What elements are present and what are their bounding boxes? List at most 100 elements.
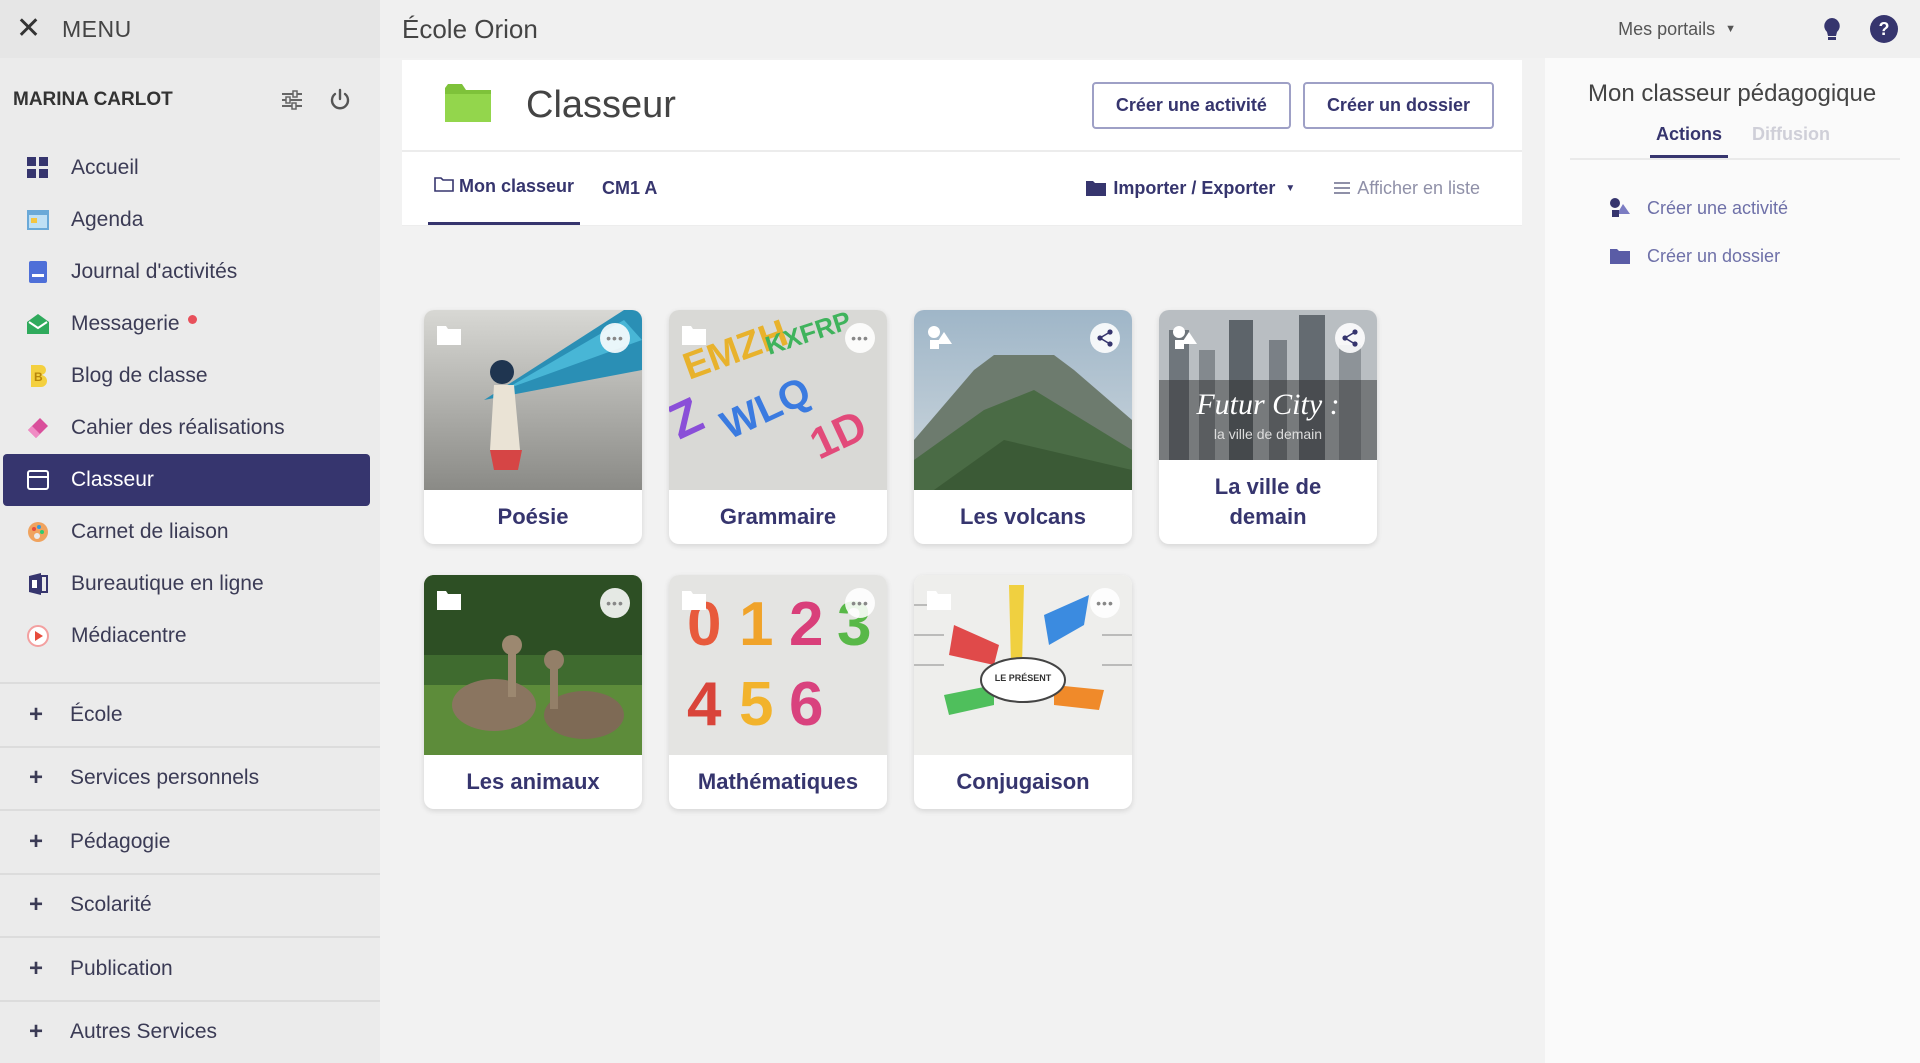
import-export-label: Importer / Exporter xyxy=(1113,177,1276,198)
card-thumbnail: EMZH Z WLQ 1D KXFRP ••• xyxy=(669,310,887,490)
card-label: Conjugaison xyxy=(956,769,1090,794)
plus-icon: + xyxy=(28,700,43,728)
tab-cm1a[interactable]: CM1 A xyxy=(596,151,663,225)
tab-mon-classeur[interactable]: Mon classeur xyxy=(428,151,581,225)
nav-item-journal[interactable]: Journal d'activités xyxy=(3,246,370,298)
more-options-icon[interactable]: ••• xyxy=(1090,588,1120,618)
svg-text:5: 5 xyxy=(739,670,773,739)
topbar: École Orion Mes portails ▼ ? xyxy=(380,0,1920,58)
folder-card-mathematiques[interactable]: 0123456 ••• Mathématiques xyxy=(669,575,887,809)
office-icon xyxy=(25,571,51,597)
media-icon xyxy=(25,623,51,649)
activity-shapes-icon xyxy=(1609,197,1633,219)
nav-item-classeur[interactable]: Classeur xyxy=(3,454,370,506)
activity-card-la-ville-de-demain[interactable]: Futur City : la ville de demain La ville… xyxy=(1159,310,1377,544)
card-label: Mathématiques xyxy=(697,769,859,794)
close-icon[interactable]: ✕ xyxy=(16,14,46,44)
folder-outline-icon xyxy=(434,176,454,197)
nav-item-mediacentre[interactable]: Médiacentre xyxy=(3,610,370,662)
plus-icon: + xyxy=(28,1018,43,1046)
nav-label: Messagerie xyxy=(71,312,180,335)
nav-item-carnet[interactable]: Carnet de liaison xyxy=(3,506,370,558)
journal-icon xyxy=(25,259,51,285)
action-create-folder[interactable]: Créer un dossier xyxy=(1609,232,1920,280)
create-folder-button[interactable]: Créer un dossier xyxy=(1302,81,1494,129)
folder-white-icon xyxy=(681,589,707,616)
folder-card-poesie[interactable]: ••• Poésie xyxy=(424,310,642,544)
action-create-activity[interactable]: Créer une activité xyxy=(1609,184,1920,232)
palette-icon xyxy=(25,519,51,545)
nav-item-agenda[interactable]: Agenda xyxy=(3,194,370,246)
menu-label[interactable]: MENU xyxy=(62,16,132,43)
page-header: Classeur Créer une activité Créer un dos… xyxy=(402,60,1522,152)
right-panel-title: Mon classeur pédagogique xyxy=(1588,80,1877,107)
card-thumbnail: ••• xyxy=(424,310,642,490)
tab-diffusion[interactable]: Diffusion xyxy=(1746,124,1836,158)
section-ecole[interactable]: + École xyxy=(0,684,380,748)
right-panel-tabs: Actions Diffusion xyxy=(1650,124,1920,158)
right-panel: Mon classeur pédagogique Actions Diffusi… xyxy=(1545,58,1920,1063)
svg-text:6: 6 xyxy=(789,670,823,739)
share-icon[interactable] xyxy=(1090,323,1120,353)
nav-label: Blog de classe xyxy=(71,364,208,387)
section-scolarite[interactable]: + Scolarité xyxy=(0,875,380,938)
nav-item-cahier[interactable]: Cahier des réalisations xyxy=(3,402,370,454)
calendar-icon xyxy=(25,207,51,233)
tabs-bar: Mon classeur CM1 A Importer / Exporter ▼… xyxy=(402,152,1522,226)
plus-icon: + xyxy=(28,764,43,792)
list-view-toggle[interactable]: Afficher en liste xyxy=(1333,151,1480,225)
plus-icon: + xyxy=(28,954,43,982)
power-icon[interactable] xyxy=(322,82,358,118)
folder-card-conjugaison[interactable]: LE PRÉSENT ••• Conjugaison xyxy=(914,575,1132,809)
more-options-icon[interactable]: ••• xyxy=(845,323,875,353)
binder-icon xyxy=(25,467,51,493)
main-content: Classeur Créer une activité Créer un dos… xyxy=(402,60,1522,809)
import-export-dropdown[interactable]: Importer / Exporter ▼ xyxy=(1085,151,1295,225)
nav-label: Accueil xyxy=(71,156,139,179)
folder-card-les-animaux[interactable]: ••• Les animaux xyxy=(424,575,642,809)
list-icon xyxy=(1333,181,1351,195)
activity-shapes-icon xyxy=(1171,324,1199,357)
caret-down-icon: ▼ xyxy=(1725,23,1736,35)
section-label: Publication xyxy=(70,956,173,980)
action-label: Créer un dossier xyxy=(1647,245,1781,266)
section-list: + École + Services personnels + Pédagogie +… xyxy=(0,682,380,1063)
more-options-icon[interactable]: ••• xyxy=(600,588,630,618)
nav-label: Journal d'activités xyxy=(71,260,238,283)
folder-white-icon xyxy=(436,589,462,616)
thumb-text: LE PRÉSENT xyxy=(994,673,1052,683)
share-icon[interactable] xyxy=(1335,323,1365,353)
nav-item-blog[interactable]: B Blog de classe xyxy=(3,350,370,402)
plus-icon: + xyxy=(28,827,43,855)
nav-item-bureautique[interactable]: Bureautique en ligne xyxy=(3,558,370,610)
folder-card-grammaire[interactable]: EMZH Z WLQ 1D KXFRP ••• Grammaire xyxy=(669,310,887,544)
activity-card-les-volcans[interactable]: Les volcans xyxy=(914,310,1132,544)
thumb-title: Futur City : xyxy=(1196,388,1340,421)
school-name: École Orion xyxy=(402,13,538,44)
tab-actions[interactable]: Actions xyxy=(1650,124,1729,158)
nav-item-accueil[interactable]: Accueil xyxy=(3,142,370,194)
user-name: MARINA CARLOT xyxy=(13,89,173,110)
menu-bar[interactable]: ✕ MENU xyxy=(0,0,380,58)
help-icon[interactable]: ? xyxy=(1868,13,1900,45)
eraser-icon xyxy=(25,415,51,441)
section-publication[interactable]: + Publication xyxy=(0,938,380,1002)
section-services-personnels[interactable]: + Services personnels xyxy=(0,748,380,811)
more-options-icon[interactable]: ••• xyxy=(845,588,875,618)
folder-green-icon xyxy=(444,82,492,129)
section-autres-services[interactable]: + Autres Services xyxy=(0,1002,380,1063)
section-label: Services personnels xyxy=(70,766,260,790)
section-label: Autres Services xyxy=(70,1020,218,1044)
card-thumbnail: ••• xyxy=(424,575,642,755)
folder-white-icon xyxy=(436,324,462,351)
settings-sliders-icon[interactable] xyxy=(274,82,310,118)
portals-dropdown[interactable]: Mes portails ▼ xyxy=(1618,19,1736,40)
tab-label: CM1 A xyxy=(602,177,658,198)
nav-item-messagerie[interactable]: Messagerie xyxy=(3,298,370,350)
create-activity-button[interactable]: Créer une activité xyxy=(1091,81,1291,129)
more-options-icon[interactable]: ••• xyxy=(600,323,630,353)
card-thumbnail: LE PRÉSENT ••• xyxy=(914,575,1132,755)
section-pedagogie[interactable]: + Pédagogie xyxy=(0,811,380,875)
lightbulb-icon[interactable] xyxy=(1816,13,1848,45)
tab-label: Mon classeur xyxy=(459,176,575,196)
